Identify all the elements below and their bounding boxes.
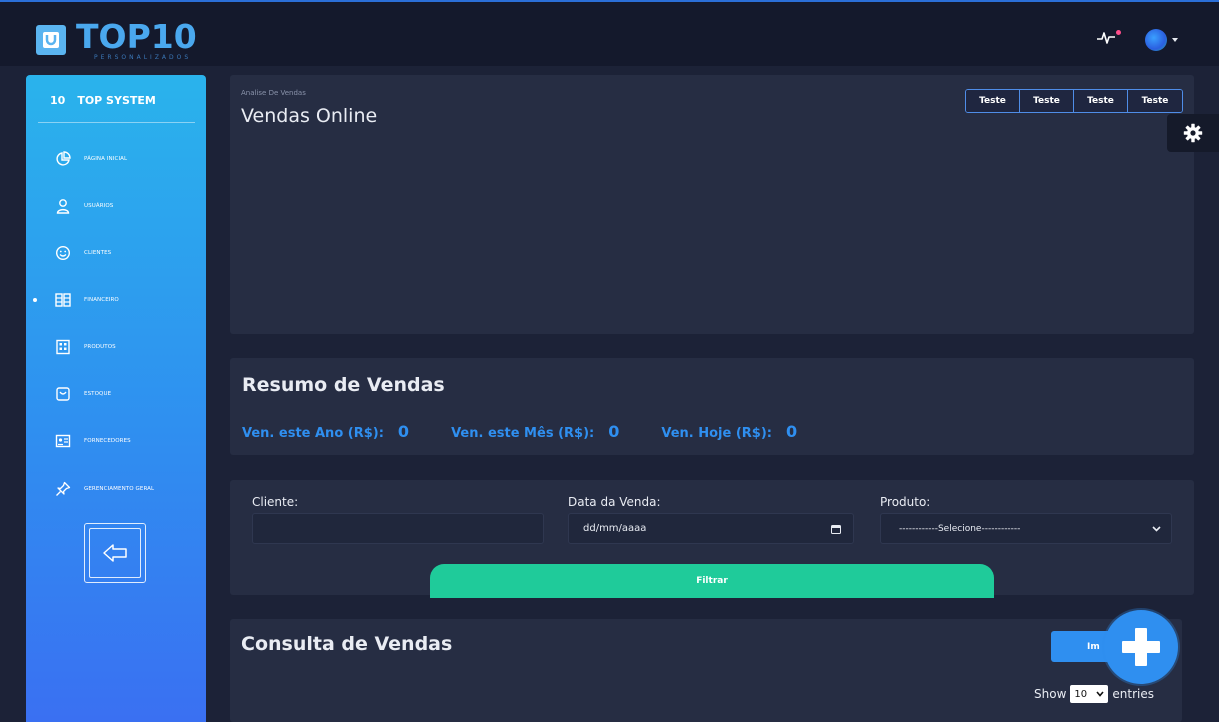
test-button-2[interactable]: Teste <box>1020 90 1074 112</box>
stat-year: Ven. este Ano (R$): 0 <box>242 422 409 441</box>
user-icon <box>54 197 72 215</box>
stat-label: Ven. Hoje (R$): <box>661 426 772 441</box>
logo-text: TOP10 <box>76 17 197 56</box>
logo-subtitle: PERSONALIZADOS <box>94 54 192 61</box>
produto-label: Produto: <box>880 495 931 509</box>
produto-selected: ------------Selecione------------ <box>899 523 1021 534</box>
gear-icon <box>1183 123 1203 143</box>
arrow-left-icon <box>103 544 127 562</box>
sidebar-item-label: PÁGINA INICIAL <box>84 156 128 162</box>
sidebar-divider <box>38 122 195 123</box>
test-button-group: Teste Teste Teste Teste <box>965 89 1183 113</box>
sidebar-item-gerenciamento-geral[interactable]: GERENCIAMENTO GERAL <box>38 478 198 500</box>
chevron-down-icon <box>1096 691 1104 697</box>
active-indicator <box>33 298 37 302</box>
sidebar-item-label: PRODUTOS <box>84 344 116 350</box>
sidebar-item-produtos[interactable]: PRODUTOS <box>38 336 198 358</box>
page-title: Vendas Online <box>241 105 378 127</box>
sidebar-item-estoque[interactable]: ESTOQUE <box>38 383 198 405</box>
sidebar: 10 TOP SYSTEM PÁGINA INICIAL USUÁRIOS CL… <box>26 75 206 722</box>
section-title: Resumo de Vendas <box>242 374 445 396</box>
chevron-down-icon <box>1152 525 1161 532</box>
cliente-input[interactable] <box>252 513 544 544</box>
logo-icon <box>36 25 66 55</box>
top-bar: TOP10 PERSONALIZADOS <box>0 0 1219 66</box>
sidebar-item-fornecedores[interactable]: FORNECEDORES <box>38 430 198 452</box>
stat-value: 0 <box>397 422 410 441</box>
entries-control: Show 10 entries <box>1034 685 1154 703</box>
avatar[interactable] <box>1145 29 1167 51</box>
vendas-online-card: Analise De Vendas Vendas Online Teste Te… <box>230 75 1194 334</box>
breadcrumb: Analise De Vendas <box>241 89 306 97</box>
resumo-vendas-card: Resumo de Vendas Ven. este Ano (R$): 0 V… <box>230 358 1194 455</box>
sidebar-item-label: USUÁRIOS <box>84 203 114 209</box>
filter-card: Cliente: Data da Venda: Produto: dd/mm/a… <box>230 480 1194 598</box>
sidebar-item-label: CLIENTES <box>84 250 112 256</box>
entries-label: entries <box>1112 687 1154 701</box>
stat-today: Ven. Hoje (R$): 0 <box>661 422 797 441</box>
logo[interactable]: TOP10 PERSONALIZADOS <box>36 17 197 61</box>
cliente-label: Cliente: <box>252 495 299 509</box>
data-venda-input[interactable]: dd/mm/aaaa <box>568 513 854 544</box>
contact-card-icon <box>54 432 72 450</box>
sidebar-item-label: FORNECEDORES <box>84 438 131 444</box>
show-label: Show <box>1034 687 1067 701</box>
stat-value: 0 <box>786 422 798 441</box>
sidebar-item-label: ESTOQUE <box>84 391 112 397</box>
sidebar-item-label: GERENCIAMENTO GERAL <box>84 486 155 492</box>
consulta-vendas-card: Consulta de Vendas Im Show 10 entries <box>230 619 1182 722</box>
sidebar-item-usuarios[interactable]: USUÁRIOS <box>38 195 198 217</box>
add-button[interactable] <box>1104 610 1178 684</box>
entries-value: 10 <box>1074 688 1088 700</box>
sales-stats: Ven. este Ano (R$): 0 Ven. este Mês (R$)… <box>242 422 839 441</box>
sidebar-item-clientes[interactable]: CLIENTES <box>38 242 198 264</box>
section-title: Consulta de Vendas <box>241 633 453 655</box>
settings-button[interactable] <box>1167 114 1219 152</box>
smile-icon <box>54 244 72 262</box>
stat-label: Ven. este Ano (R$): <box>242 426 384 441</box>
sidebar-brand-name: TOP SYSTEM <box>77 94 156 107</box>
produto-select[interactable]: ------------Selecione------------ <box>880 513 1172 544</box>
pie-chart-icon <box>54 150 72 168</box>
bag-icon <box>54 385 72 403</box>
sidebar-item-pagina-inicial[interactable]: PÁGINA INICIAL <box>38 148 198 170</box>
entries-select[interactable]: 10 <box>1070 685 1109 703</box>
test-button-3[interactable]: Teste <box>1074 90 1128 112</box>
chevron-down-icon[interactable] <box>1172 38 1178 42</box>
test-button-1[interactable]: Teste <box>966 90 1020 112</box>
building-icon <box>54 338 72 356</box>
calendar-icon[interactable] <box>831 524 841 534</box>
test-button-4[interactable]: Teste <box>1128 90 1182 112</box>
money-icon <box>54 291 72 309</box>
sidebar-brand[interactable]: 10 TOP SYSTEM <box>50 94 156 107</box>
sidebar-item-label: FINANCEIRO <box>84 297 119 303</box>
pin-icon <box>54 480 72 498</box>
stat-month: Ven. este Mês (R$): 0 <box>451 422 619 441</box>
data-venda-label: Data da Venda: <box>568 495 661 509</box>
date-placeholder: dd/mm/aaaa <box>583 523 647 534</box>
sidebar-brand-number: 10 <box>50 94 66 107</box>
collapse-sidebar-button[interactable] <box>84 523 146 583</box>
stat-value: 0 <box>608 422 620 441</box>
stat-label: Ven. este Mês (R$): <box>451 426 595 441</box>
plus-icon <box>1122 628 1160 666</box>
filtrar-button[interactable]: Filtrar <box>430 564 994 598</box>
pulse-icon[interactable] <box>1096 30 1116 46</box>
sidebar-item-financeiro[interactable]: FINANCEIRO <box>38 289 198 311</box>
notification-dot <box>1116 30 1121 35</box>
